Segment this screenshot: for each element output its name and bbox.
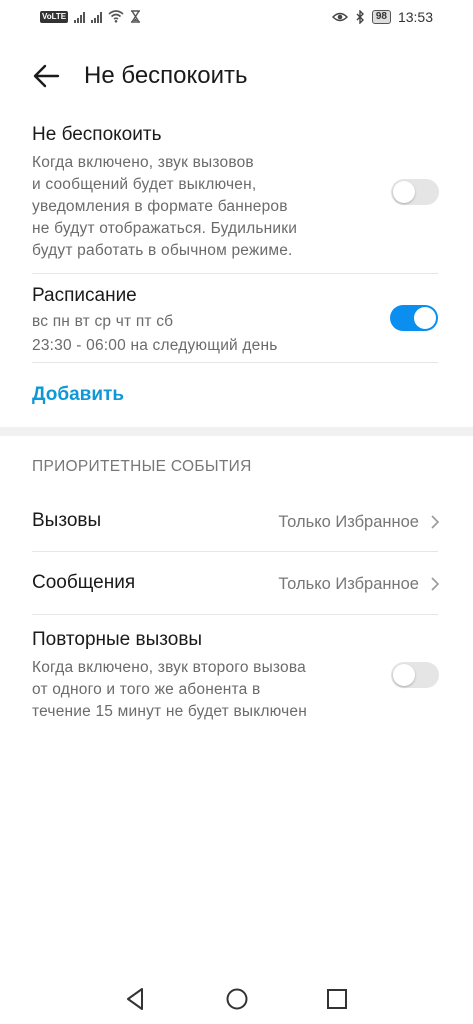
repeat-calls-row[interactable]: Повторные вызовы Когда включено, звук вт…	[32, 627, 438, 723]
toggle-knob	[393, 181, 415, 203]
hourglass-icon	[131, 10, 141, 23]
nav-recents-icon[interactable]	[324, 986, 350, 1012]
volte-icon: VoLTE	[40, 10, 69, 23]
messages-label: Сообщения	[32, 572, 136, 593]
signal-1-icon	[74, 11, 86, 23]
repeat-calls-toggle[interactable]	[391, 662, 439, 688]
bluetooth-icon	[356, 10, 364, 24]
schedule-days: вс пн вт ср чт пт сб	[32, 313, 174, 330]
calls-row[interactable]: Вызовы Только Избранное	[32, 502, 441, 542]
add-schedule-link[interactable]: Добавить	[32, 382, 124, 408]
nav-back-icon[interactable]	[123, 986, 149, 1012]
app-header: Не беспокоить	[0, 56, 473, 96]
messages-row[interactable]: Сообщения Только Избранное	[32, 564, 441, 604]
schedule-toggle[interactable]	[390, 305, 438, 331]
dnd-description: Когда включено, звук вызовов и сообщений…	[32, 152, 438, 262]
wifi-icon	[108, 10, 124, 23]
repeat-calls-description-line: течение 15 минут не будет выключен	[32, 703, 307, 720]
schedule-row[interactable]: Расписание вс пн вт ср чт пт сб 23:30 - …	[32, 283, 438, 357]
repeat-calls-description: Когда включено, звук второго вызова от о…	[32, 657, 438, 723]
dnd-description-line: и сообщений будет выключен,	[32, 176, 257, 193]
schedule-time-range: 23:30 - 06:00 на следующий день	[32, 337, 278, 354]
calls-label: Вызовы	[32, 510, 102, 531]
divider	[32, 273, 438, 274]
section-separator	[0, 427, 473, 436]
divider	[32, 551, 438, 552]
system-navigation-bar	[0, 980, 473, 1020]
repeat-calls-description-line: от одного и того же абонента в	[32, 681, 261, 698]
dnd-description-line: уведомления в формате баннеров	[32, 198, 288, 215]
calls-value: Только Избранное	[278, 513, 419, 531]
dnd-row[interactable]: Не беспокоить Когда включено, звук вызов…	[32, 122, 438, 262]
divider	[32, 614, 438, 615]
dnd-title: Не беспокоить	[32, 124, 162, 145]
divider	[32, 362, 438, 363]
status-bar: VoLTE 98 13:53	[0, 0, 473, 36]
page-title: Не беспокоить	[84, 62, 248, 89]
repeat-calls-description-line: Когда включено, звук второго вызова	[32, 659, 306, 676]
dnd-description-line: будут работать в обычном режиме.	[32, 242, 293, 259]
status-time: 13:53	[397, 9, 433, 25]
status-right-icons: 98 13:53	[331, 9, 433, 25]
status-left-icons: VoLTE	[40, 10, 141, 23]
back-arrow-icon[interactable]	[30, 60, 62, 92]
toggle-knob	[393, 664, 415, 686]
dnd-description-line: Когда включено, звук вызовов	[32, 154, 254, 171]
dnd-settings-screen: VoLTE 98 13:53 Не беспокоить Не беспокои…	[0, 0, 473, 1024]
schedule-title: Расписание	[32, 285, 137, 306]
dnd-description-line: не будут отображаться. Будильники	[32, 220, 298, 237]
battery-icon: 98	[371, 10, 391, 24]
chevron-right-icon	[431, 577, 440, 591]
eye-icon	[331, 12, 348, 22]
signal-2-icon	[91, 11, 103, 23]
priority-section-header: ПРИОРИТЕТНЫЕ СОБЫТИЯ	[32, 458, 252, 475]
dnd-toggle[interactable]	[391, 179, 439, 205]
chevron-right-icon	[431, 515, 440, 529]
repeat-calls-title: Повторные вызовы	[32, 629, 203, 650]
nav-home-icon[interactable]	[224, 986, 250, 1012]
toggle-knob	[414, 307, 436, 329]
messages-value: Только Избранное	[278, 575, 419, 593]
